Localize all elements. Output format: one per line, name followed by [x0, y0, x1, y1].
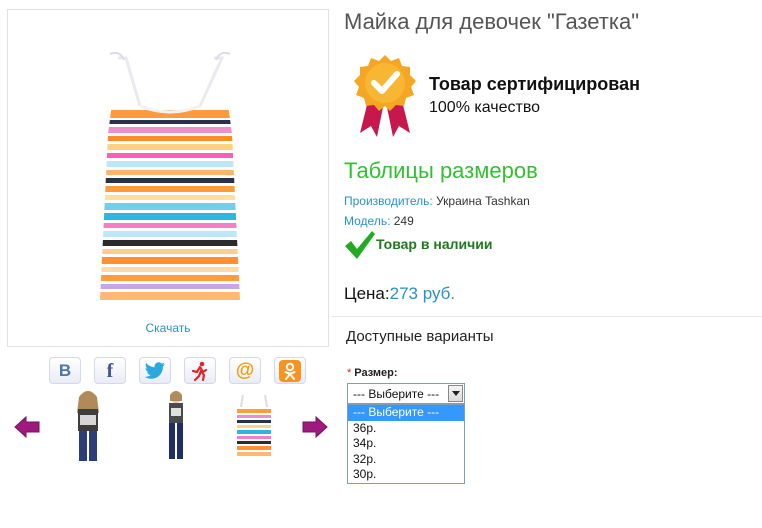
- thumbnail-shirt[interactable]: [227, 387, 281, 465]
- product-title: Майка для девочек "Газетка": [344, 9, 640, 34]
- checkmark-icon: [345, 231, 375, 259]
- manufacturer-line: Производитель: Украина Tashkan: [344, 194, 530, 208]
- vk-icon: B: [58, 361, 72, 380]
- price-value: 273 руб.: [389, 284, 456, 303]
- carousel-prev-arrow-icon[interactable]: [14, 415, 40, 439]
- share-odnoklassniki-run-button[interactable]: [184, 357, 216, 384]
- twitter-icon: [144, 361, 165, 379]
- product-image-box: Скачать: [7, 9, 329, 347]
- model-value: 249: [390, 214, 414, 228]
- share-mail-button[interactable]: @: [229, 357, 261, 384]
- price-label: Цена:: [344, 284, 390, 303]
- dropdown-option-32[interactable]: 32р.: [348, 452, 464, 468]
- share-odnoklassniki-button[interactable]: [274, 357, 306, 384]
- facebook-icon: f: [106, 359, 114, 382]
- manufacturer-value: Украина Tashkan: [432, 194, 530, 208]
- mail-at-icon: @: [235, 360, 255, 381]
- thumbnail-carousel: [14, 387, 330, 467]
- dropdown-option-36[interactable]: 36р.: [348, 421, 464, 437]
- size-dropdown-list: --- Выберите --- 36р. 34р. 32р. 30р.: [347, 404, 465, 484]
- dropdown-option-30[interactable]: 30р.: [348, 467, 464, 483]
- certificate-badge-icon: [354, 55, 416, 137]
- manufacturer-label: Производитель:: [344, 194, 433, 208]
- required-marker: *: [347, 367, 352, 379]
- odnoklassniki-icon: [279, 359, 301, 382]
- size-select[interactable]: --- Выберите ---: [347, 383, 465, 404]
- size-table-link[interactable]: Таблицы размеров: [344, 158, 538, 184]
- product-image[interactable]: [90, 52, 250, 314]
- dropdown-option-34[interactable]: 34р.: [348, 436, 464, 452]
- dropdown-arrow-icon[interactable]: [448, 385, 463, 402]
- size-field-label: * Размер:: [347, 367, 398, 379]
- share-twitter-button[interactable]: [139, 357, 171, 384]
- share-facebook-button[interactable]: f: [94, 357, 126, 384]
- certificate-subtitle: 100% качество: [429, 99, 541, 116]
- model-label: Модель:: [344, 214, 391, 228]
- thumbnail-girl-front[interactable]: [61, 387, 115, 465]
- odnoklassniki-run-icon: [191, 361, 208, 381]
- share-vk-button[interactable]: B: [49, 357, 81, 384]
- size-label-text: Размер:: [354, 367, 398, 379]
- certificate-title: Товар сертифицирован: [429, 74, 640, 94]
- download-link[interactable]: Скачать: [8, 321, 328, 335]
- price: Цена:273 руб.: [344, 284, 455, 304]
- size-select-value: --- Выберите ---: [353, 387, 440, 401]
- thumbnail-girl-full[interactable]: [149, 387, 203, 465]
- carousel-next-arrow-icon[interactable]: [302, 415, 328, 439]
- dropdown-option-placeholder[interactable]: --- Выберите ---: [348, 405, 464, 421]
- options-title: Доступные варианты: [346, 328, 494, 345]
- model-line: Модель: 249: [344, 214, 414, 228]
- stock-status: Товар в наличии: [376, 236, 493, 252]
